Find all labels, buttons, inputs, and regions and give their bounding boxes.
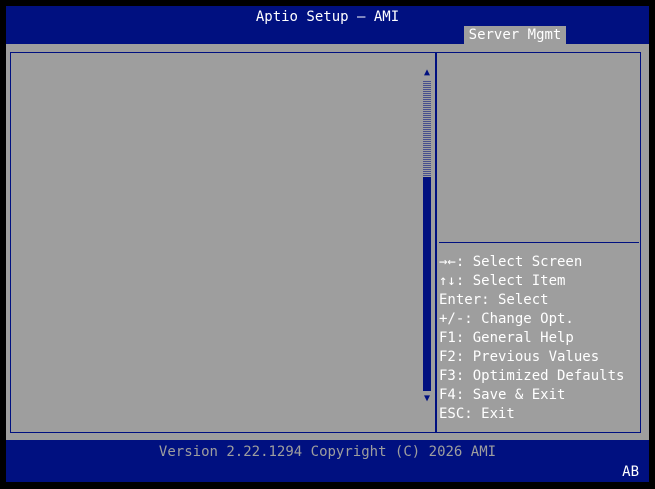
help-previous-values: F2: Previous Values: [439, 349, 600, 365]
footer-bar: Version 2.22.1294 Copyright (C) 2026 AMI…: [6, 440, 649, 482]
help-divider: [439, 242, 639, 243]
version-text: Version 2.22.1294 Copyright (C) 2026 AMI: [158, 444, 497, 460]
help-select-item: ↑↓: Select Item: [439, 273, 566, 289]
help-save-exit: F4: Save & Exit: [439, 387, 566, 403]
help-select-screen: →←: Select Screen: [439, 254, 583, 270]
help-pane: →←: Select Screen ↑↓: Select Item Enter:…: [437, 53, 640, 432]
scroll-up-arrow-icon[interactable]: ▲: [422, 67, 432, 79]
main-frame: ▲ ▼ →←: Select Screen ↑↓: Select Item En…: [10, 52, 641, 433]
help-enter-select: Enter: Select: [439, 292, 549, 308]
title-bar: Aptio Setup – AMI Server Mgmt: [6, 6, 649, 44]
bios-screen: Aptio Setup – AMI Server Mgmt ▲ ▼ →←: Se…: [6, 6, 649, 482]
scroll-down-arrow-icon[interactable]: ▼: [422, 393, 432, 405]
key-help-list: →←: Select Screen ↑↓: Select Item Enter:…: [439, 253, 639, 424]
help-general-help: F1: General Help: [439, 330, 574, 346]
scroll-thumb[interactable]: [423, 177, 431, 391]
app-title: Aptio Setup – AMI: [255, 9, 400, 25]
help-change-opt: +/-: Change Opt.: [439, 311, 574, 327]
settings-pane[interactable]: ▲ ▼: [11, 53, 435, 432]
help-optimized-defaults: F3: Optimized Defaults: [439, 368, 625, 384]
corner-label: AB: [622, 464, 639, 480]
scrollbar[interactable]: ▲ ▼: [423, 67, 431, 405]
tab-server-mgmt[interactable]: Server Mgmt: [464, 26, 566, 44]
help-esc-exit: ESC: Exit: [439, 406, 515, 422]
